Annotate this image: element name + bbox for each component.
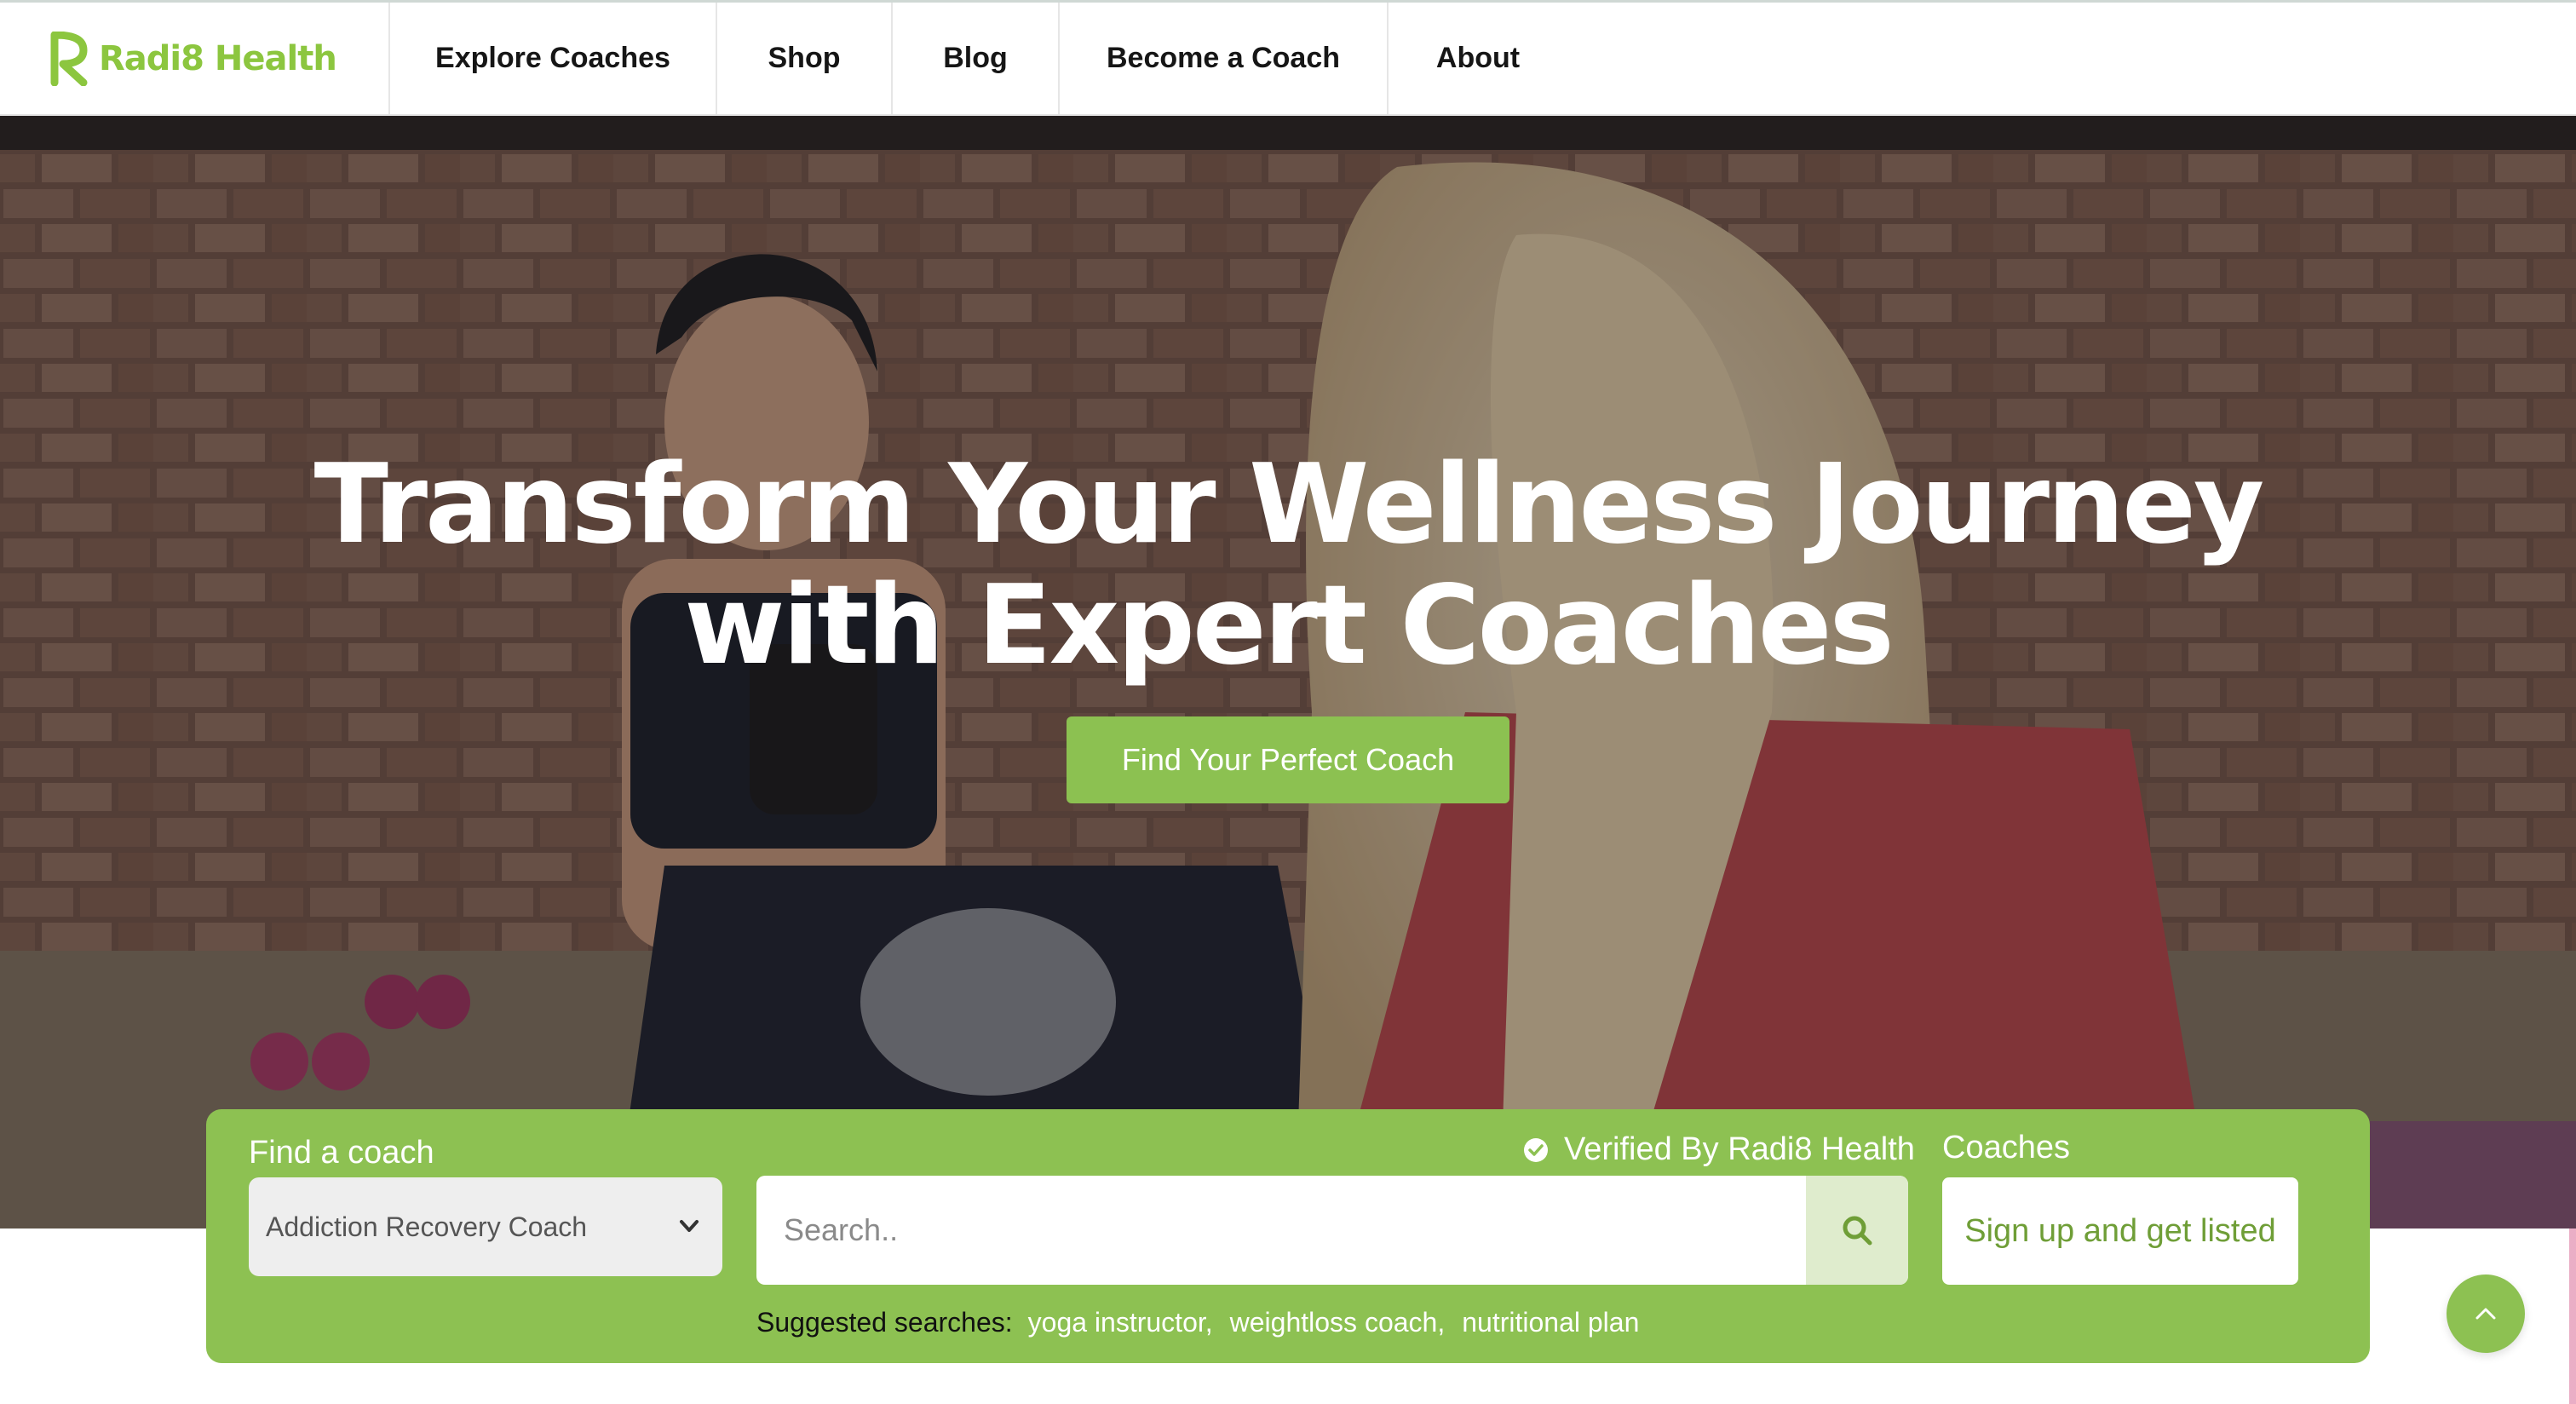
check-circle-icon (1524, 1137, 1548, 1162)
search-box (756, 1176, 1908, 1285)
suggestion-yoga-instructor[interactable]: yoga instructor, (1028, 1307, 1213, 1338)
nav-about[interactable]: About (1389, 3, 1567, 114)
brand-name: Radi8 Health (99, 38, 337, 78)
suggested-searches: Suggested searches: yoga instructor, wei… (756, 1307, 1656, 1338)
search-button[interactable] (1806, 1176, 1908, 1285)
chevron-up-icon (2475, 1308, 2496, 1320)
search-input[interactable] (756, 1176, 1804, 1285)
find-coach-label: Find a coach (249, 1135, 434, 1171)
chevron-down-icon (680, 1220, 699, 1232)
coach-search-panel: Find a coach Addiction Recovery Coach Ve… (206, 1109, 2370, 1363)
coach-signup-button[interactable]: Sign up and get listed (1942, 1177, 2298, 1285)
suggestion-weightloss-coach[interactable]: weightloss coach, (1230, 1307, 1446, 1338)
brand-logo[interactable]: Radi8 Health (0, 3, 390, 114)
hero-title-line-1: Transform Your Wellness Journey (313, 441, 2265, 568)
suggestion-nutritional-plan[interactable]: nutritional plan (1462, 1307, 1639, 1338)
nav-become-a-coach[interactable]: Become a Coach (1060, 3, 1389, 114)
find-coach-cta-button[interactable]: Find Your Perfect Coach (1067, 716, 1509, 803)
hero-title: Transform Your Wellness Journey with Exp… (0, 445, 2576, 687)
verified-badge: Verified By Radi8 Health (1523, 1131, 1915, 1168)
radi8-logo-icon (50, 31, 88, 86)
nav-shop[interactable]: Shop (717, 3, 893, 114)
top-navbar: Radi8 Health Explore Coaches Shop Blog B… (0, 0, 2576, 116)
hero-section: Transform Your Wellness Journey with Exp… (0, 116, 2576, 1228)
nav-blog[interactable]: Blog (893, 3, 1060, 114)
hero-title-line-2: with Expert Coaches (684, 562, 1895, 689)
nav-explore-coaches[interactable]: Explore Coaches (390, 3, 717, 114)
verified-text: Verified By Radi8 Health (1564, 1131, 1915, 1167)
page-edge-accent (2569, 1228, 2576, 1404)
suggested-searches-label: Suggested searches: (756, 1307, 1013, 1338)
scroll-to-top-button[interactable] (2447, 1275, 2525, 1353)
search-icon (1843, 1216, 1872, 1246)
selected-category: Addiction Recovery Coach (266, 1211, 588, 1242)
coaches-label: Coaches (1942, 1130, 2070, 1165)
coach-category-select[interactable]: Addiction Recovery Coach (249, 1177, 722, 1276)
